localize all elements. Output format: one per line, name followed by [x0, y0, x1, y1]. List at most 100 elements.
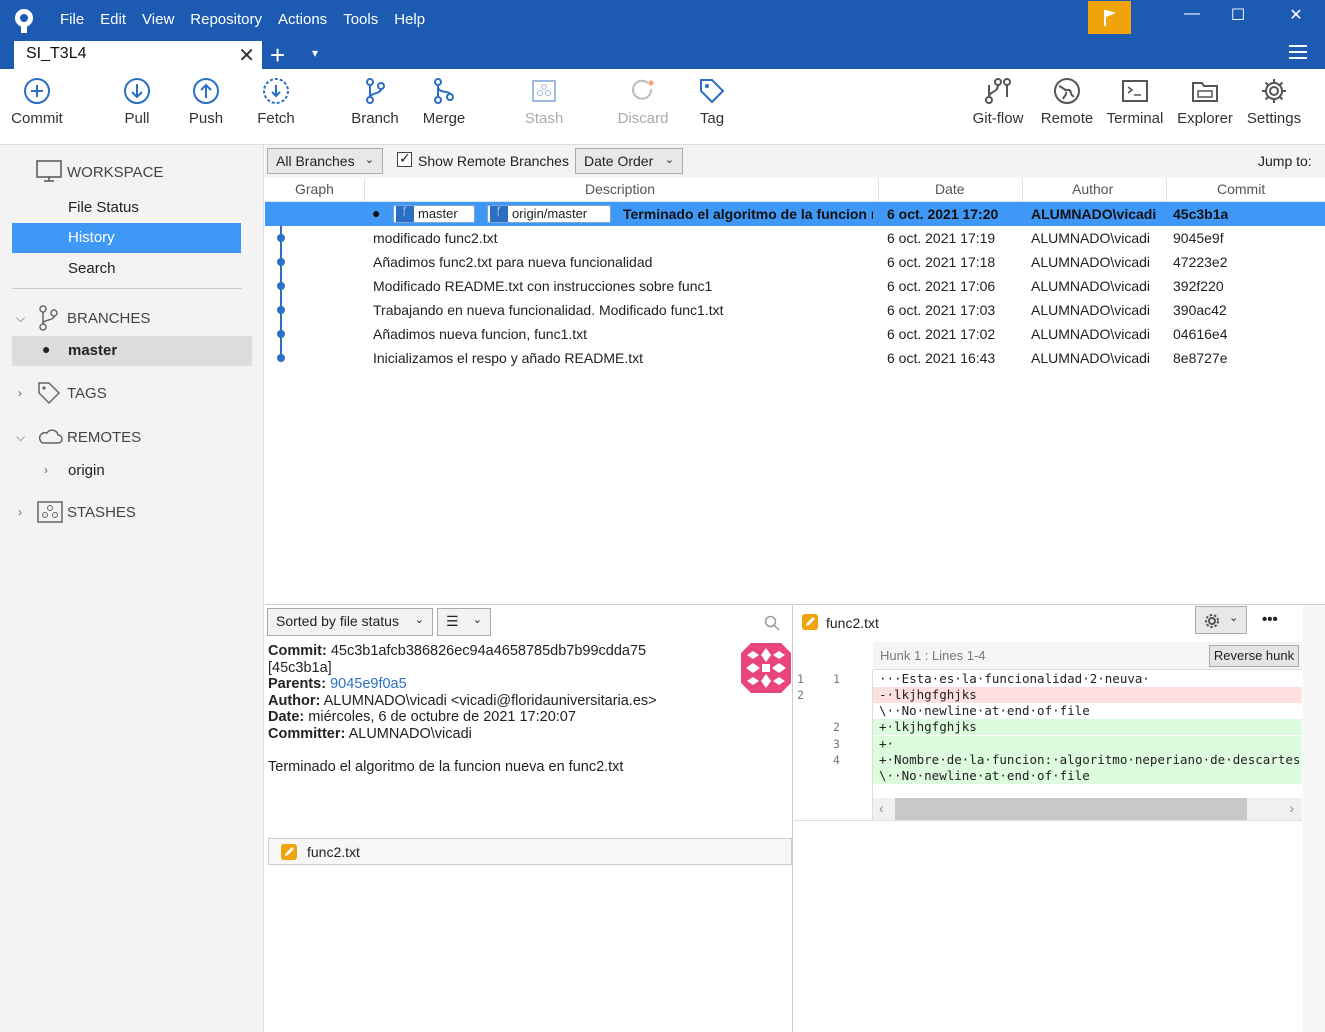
push-button[interactable]: Push: [188, 77, 224, 127]
commit-row[interactable]: Añadimos nueva funcion, func1.txt 6 oct.…: [265, 322, 1325, 346]
maximize-button[interactable]: ☐: [1215, 5, 1261, 33]
chevron-down-icon[interactable]: ⌵: [16, 311, 25, 326]
commit-row[interactable]: Inicializamos el respo y añado README.tx…: [265, 346, 1325, 370]
branch-icon: [366, 78, 385, 104]
pull-button[interactable]: Pull: [119, 77, 155, 127]
column-author[interactable]: Author: [1072, 181, 1113, 197]
commit-author: ALUMNADO\vicadi: [1031, 350, 1151, 366]
menu-actions[interactable]: Actions: [272, 11, 333, 28]
branch-label-origin-master[interactable]: ᚴ origin/master: [487, 205, 611, 223]
discard-button[interactable]: Discard: [617, 77, 669, 127]
commit-message: Terminado el algoritmo de la funcion nue…: [268, 759, 624, 776]
more-options-icon[interactable]: •••: [1262, 611, 1278, 628]
tab-dropdown-icon[interactable]: ▾: [312, 46, 318, 60]
menu-file[interactable]: File: [54, 11, 90, 28]
commit-date: 6 oct. 2021 17:06: [887, 278, 996, 294]
branch-label-master[interactable]: ᚴ master: [393, 205, 475, 223]
hamburger-menu-icon[interactable]: [1289, 45, 1307, 63]
tab-close-icon[interactable]: ✕: [238, 43, 255, 68]
gitflow-button[interactable]: Git-flow: [968, 77, 1028, 127]
tag-button[interactable]: Tag: [697, 77, 727, 127]
commit-icon: [24, 78, 50, 104]
commit-row[interactable]: Añadimos func2.txt para nueva funcionali…: [265, 250, 1325, 274]
commit-button[interactable]: Commit: [10, 77, 64, 127]
chevron-down-icon: ⌄: [472, 614, 482, 626]
commit-author: ALUMNADO\vicadi: [1031, 278, 1151, 294]
commit-author-detail: ALUMNADO\vicadi <vicadi@floridauniversit…: [323, 692, 657, 709]
branches-header[interactable]: BRANCHES: [67, 310, 150, 327]
order-dropdown[interactable]: Date Order ⌄: [575, 148, 683, 174]
settings-button[interactable]: Settings: [1245, 77, 1303, 127]
workspace-header[interactable]: WORKSPACE: [67, 164, 163, 181]
parent-link[interactable]: 9045e9f0a5: [330, 676, 407, 692]
sidebar-item-search[interactable]: Search: [12, 254, 241, 284]
column-separator: [364, 178, 365, 202]
tab-repository[interactable]: SI_T3L4 ✕: [14, 41, 262, 69]
terminal-button[interactable]: Terminal: [1106, 77, 1164, 127]
remote-button[interactable]: Remote: [1040, 77, 1094, 127]
menu-repository[interactable]: Repository: [184, 11, 268, 28]
commit-author: ALUMNADO\vicadi: [1031, 326, 1151, 342]
sidebar-item-master[interactable]: ● master: [12, 336, 252, 366]
current-branch-icon: ●: [42, 341, 51, 357]
stash-button[interactable]: Stash: [524, 77, 564, 127]
diff-options-button[interactable]: ⌄: [1195, 606, 1247, 634]
file-view-mode-dropdown[interactable]: ☰ ⌄: [437, 608, 491, 636]
gitflow-icon: [985, 78, 1011, 104]
sidebar-item-file-status[interactable]: File Status: [12, 193, 241, 223]
commit-row[interactable]: Trabajando en nueva funcionalidad. Modif…: [265, 298, 1325, 322]
minimize-button[interactable]: —: [1169, 5, 1215, 33]
explorer-button[interactable]: Explorer: [1177, 77, 1233, 127]
column-graph[interactable]: Graph: [295, 181, 334, 197]
reverse-hunk-button[interactable]: Reverse hunk: [1209, 645, 1299, 667]
flag-icon: [1103, 9, 1116, 26]
chevron-right-icon[interactable]: ›: [18, 505, 22, 519]
chevron-right-icon[interactable]: ›: [18, 386, 22, 400]
menu-help[interactable]: Help: [388, 11, 431, 28]
diff-vertical-scrollbar[interactable]: [1303, 605, 1325, 1032]
chevron-down-icon[interactable]: ⌵: [16, 430, 25, 445]
commit-row[interactable]: Modificado README.txt con instrucciones …: [265, 274, 1325, 298]
branch-button[interactable]: Branch: [351, 77, 399, 127]
chevron-down-icon: ⌄: [664, 154, 674, 166]
scrollbar-thumb[interactable]: [895, 798, 1247, 820]
commit-row[interactable]: ● ᚴ master ᚴ origin/master Terminado el al…: [265, 202, 1325, 226]
diff-line-added: +·lkjhgfghjks: [873, 719, 1302, 736]
merge-button[interactable]: Merge: [421, 77, 467, 127]
old-line-number: 1: [797, 672, 804, 686]
menu-edit[interactable]: Edit: [94, 11, 132, 28]
commit-row[interactable]: modificado func2.txt 6 oct. 2021 17:19 A…: [265, 226, 1325, 250]
stashes-header[interactable]: STASHES: [67, 504, 136, 521]
branches-filter-dropdown[interactable]: All Branches ⌄: [267, 148, 383, 174]
diff-horizontal-scrollbar[interactable]: ‹ ›: [873, 798, 1302, 820]
diff-header: func2.txt ⌄ •••: [795, 605, 1325, 639]
diff-line-context: \··No·newline·at·end·of·file: [873, 768, 1302, 785]
close-window-button[interactable]: ✕: [1273, 5, 1319, 33]
committer-detail: ALUMNADO\vicadi: [348, 725, 472, 742]
chevron-left-icon[interactable]: ‹: [879, 800, 884, 816]
tag-icon: [700, 79, 725, 104]
menu-view[interactable]: View: [136, 11, 180, 28]
folder-icon: [1192, 82, 1218, 102]
sidebar-item-history[interactable]: History: [12, 223, 241, 253]
chevron-right-icon[interactable]: ›: [1289, 800, 1294, 816]
pull-icon: [124, 78, 150, 104]
show-remote-branches-checkbox[interactable]: ✓: [397, 150, 412, 167]
menu-tools[interactable]: Tools: [337, 11, 384, 28]
commit-description: Trabajando en nueva funcionalidad. Modif…: [373, 302, 724, 318]
changed-file-row[interactable]: func2.txt: [268, 838, 792, 865]
fetch-button[interactable]: Fetch: [256, 77, 296, 127]
sidebar-item-origin[interactable]: origin: [12, 456, 212, 486]
sidebar: WORKSPACE File Status History Search ⌵ B…: [0, 145, 264, 1032]
search-icon[interactable]: [764, 615, 780, 631]
sort-files-dropdown[interactable]: Sorted by file status ⌄: [267, 608, 433, 636]
column-date[interactable]: Date: [935, 181, 965, 197]
commit-date: 6 oct. 2021 16:43: [887, 350, 996, 366]
column-commit[interactable]: Commit: [1217, 181, 1265, 197]
column-description[interactable]: Description: [585, 181, 655, 197]
sidebar-divider: [12, 288, 242, 289]
remotes-header[interactable]: REMOTES: [67, 429, 141, 446]
tags-header[interactable]: TAGS: [67, 385, 107, 402]
notifications-button[interactable]: [1088, 1, 1131, 34]
new-tab-button[interactable]: +: [270, 40, 285, 71]
